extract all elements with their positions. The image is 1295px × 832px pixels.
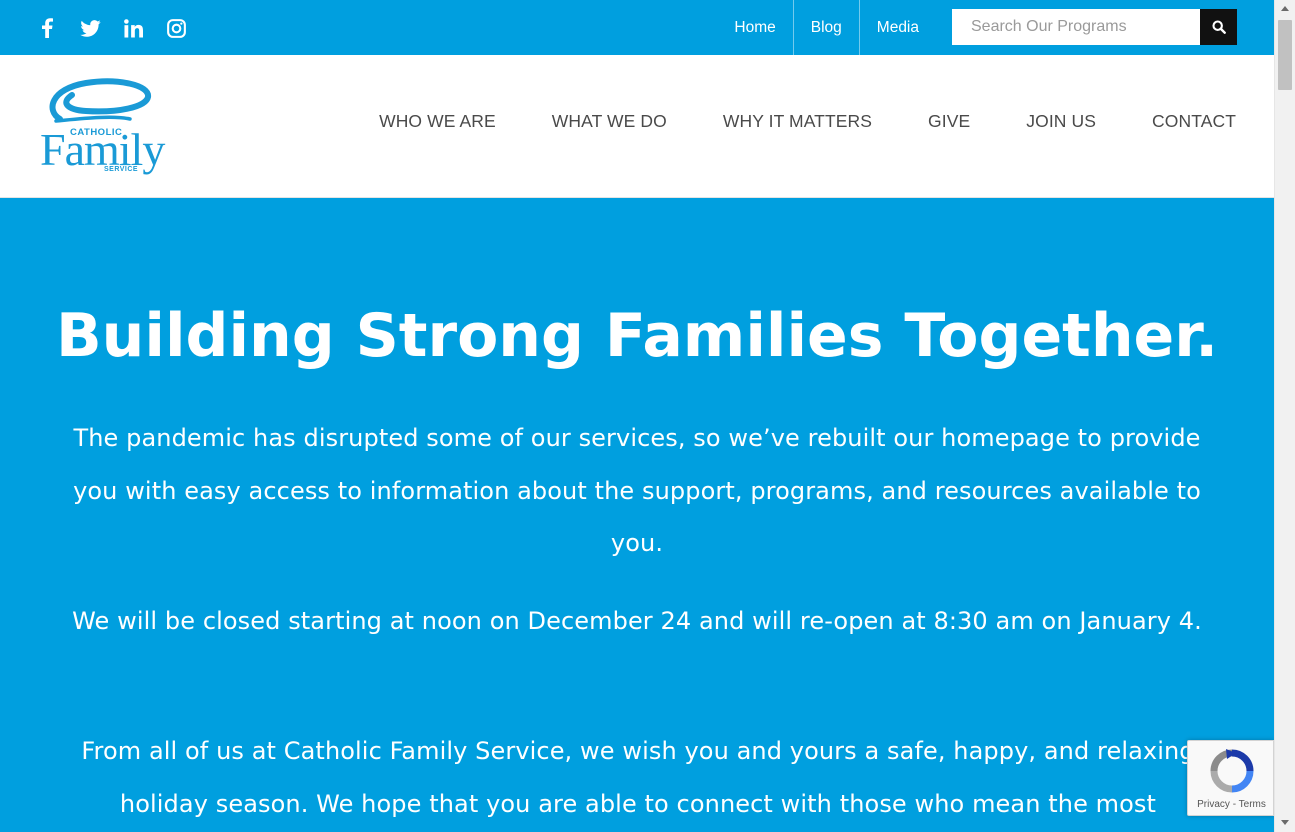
- top-bar: Home Blog Media: [0, 0, 1274, 55]
- nav-item-contact[interactable]: CONTACT: [1152, 111, 1236, 132]
- search-box: [952, 9, 1237, 45]
- nav-item-give[interactable]: GIVE: [928, 111, 970, 132]
- social-links: [36, 17, 187, 39]
- site-logo[interactable]: CATHOLIC Family SERVICE: [38, 75, 178, 179]
- hero-paragraph-holiday: From all of us at Catholic Family Servic…: [81, 737, 1195, 818]
- top-link-home[interactable]: Home: [717, 0, 792, 55]
- logo-text-family: Family: [40, 124, 165, 175]
- nav-item-join-us[interactable]: JOIN US: [1026, 111, 1096, 132]
- page: Home Blog Media CATHOLIC Family SERVICE: [0, 0, 1295, 832]
- facebook-icon[interactable]: [36, 17, 58, 39]
- recaptcha-links: Privacy - Terms: [1188, 799, 1275, 810]
- nav-item-who-we-are[interactable]: WHO WE ARE: [379, 111, 496, 132]
- scrollbar-thumb[interactable]: [1278, 20, 1292, 90]
- scroll-down-icon[interactable]: [1281, 820, 1289, 825]
- instagram-icon[interactable]: [165, 17, 187, 39]
- search-icon: [1211, 20, 1226, 34]
- main-nav: WHO WE ARE WHAT WE DO WHY IT MATTERS GIV…: [379, 55, 1236, 188]
- recaptcha-separator: -: [1229, 799, 1239, 810]
- nav-item-why-it-matters[interactable]: WHY IT MATTERS: [723, 111, 872, 132]
- page-scrollbar[interactable]: [1274, 0, 1295, 832]
- recaptcha-icon: [1210, 749, 1254, 793]
- recaptcha-privacy-link[interactable]: Privacy: [1197, 799, 1230, 810]
- hero-paragraph-pandemic: The pandemic has disrupted some of our s…: [73, 424, 1201, 557]
- hero-section: Building Strong Families Together. The p…: [0, 198, 1274, 832]
- scroll-up-icon[interactable]: [1281, 6, 1289, 11]
- nav-item-what-we-do[interactable]: WHAT WE DO: [552, 111, 667, 132]
- recaptcha-terms-link[interactable]: Terms: [1239, 799, 1266, 810]
- twitter-icon[interactable]: [79, 17, 101, 39]
- search-button[interactable]: [1200, 9, 1237, 45]
- recaptcha-badge[interactable]: Privacy - Terms: [1187, 740, 1274, 816]
- hero-title: Building Strong Families Together.: [55, 301, 1219, 371]
- hero-paragraph-closure: We will be closed starting at noon on De…: [72, 607, 1202, 635]
- linkedin-icon[interactable]: [122, 17, 144, 39]
- logo-text-service: SERVICE: [104, 166, 139, 173]
- site-header: CATHOLIC Family SERVICE WHO WE ARE WHAT …: [0, 55, 1274, 198]
- top-links: Home Blog Media: [717, 0, 936, 55]
- top-link-media[interactable]: Media: [858, 0, 936, 55]
- search-input[interactable]: [952, 9, 1200, 45]
- top-link-blog[interactable]: Blog: [792, 0, 859, 55]
